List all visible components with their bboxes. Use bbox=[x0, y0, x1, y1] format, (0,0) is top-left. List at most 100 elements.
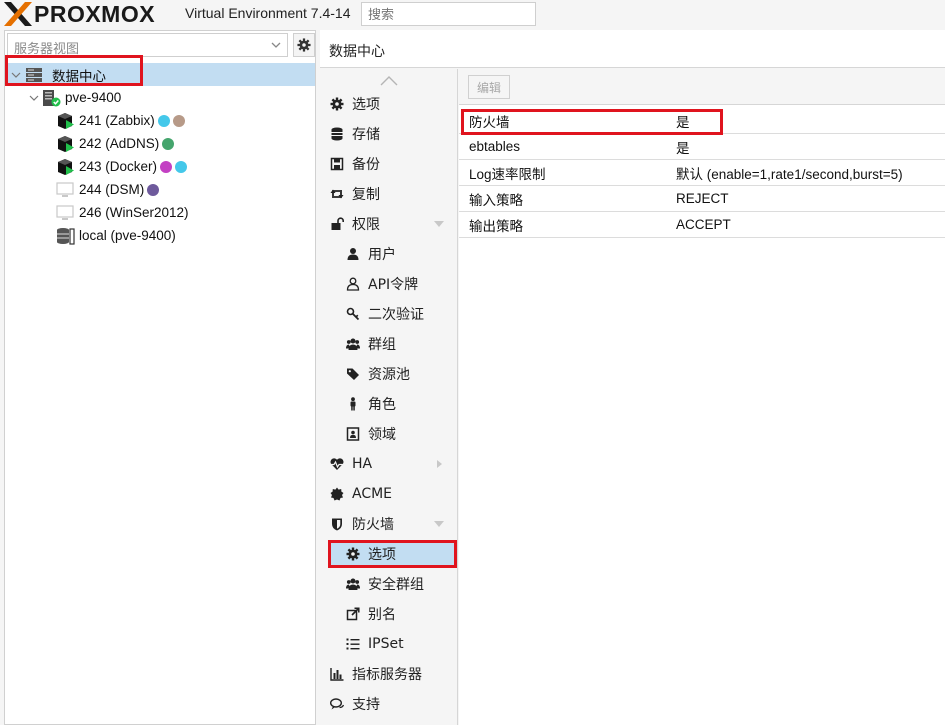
nav-item[interactable]: 防火墙 bbox=[320, 510, 458, 538]
tree-item-vm[interactable]: 241 (Zabbix) bbox=[6, 109, 315, 132]
nav-item[interactable]: 别名 bbox=[320, 600, 458, 628]
tag-dot bbox=[175, 160, 188, 173]
nav-item-label: 选项 bbox=[368, 547, 396, 563]
nav-item[interactable]: IPSet bbox=[320, 630, 458, 658]
nav-item[interactable]: 选项 bbox=[320, 540, 458, 568]
property-row[interactable]: 输出策略 ACCEPT bbox=[459, 212, 945, 238]
property-row[interactable]: ebtables 是 bbox=[459, 134, 945, 160]
users-icon bbox=[346, 338, 360, 350]
tag-dot bbox=[147, 183, 160, 196]
tree-item-datacenter[interactable]: 数据中心 bbox=[6, 63, 315, 86]
tree-item-vm[interactable]: 246 (WinSer2012) bbox=[6, 201, 315, 224]
tree-item-label: local (pve-9400) bbox=[79, 228, 176, 243]
edit-button[interactable]: 编辑 bbox=[468, 75, 510, 99]
property-name: 防火墙 bbox=[469, 114, 510, 130]
tree-item-label: 242 (AdDNS) bbox=[79, 136, 160, 151]
caret-down-icon[interactable] bbox=[434, 220, 444, 228]
nav-item-label: HA bbox=[352, 456, 373, 472]
config-nav: 选项 存储 备份 复制 权限 用户 API令牌 二次验证 群组 资源池 角色 领域 HA ACME 防火墙选… bbox=[320, 69, 458, 725]
vm-running-icon bbox=[58, 112, 74, 129]
nav-item[interactable]: HA bbox=[320, 450, 458, 478]
nav-item[interactable]: 群组 bbox=[320, 330, 458, 358]
chevron-down-icon bbox=[29, 95, 39, 101]
property-row[interactable]: 防火墙 是 bbox=[459, 108, 945, 134]
nav-item[interactable]: 二次验证 bbox=[320, 300, 458, 328]
certificate-icon bbox=[330, 487, 344, 501]
property-row[interactable]: 输入策略 REJECT bbox=[459, 186, 945, 212]
nav-item[interactable]: 资源池 bbox=[320, 360, 458, 388]
tree-item-node[interactable]: pve-9400 bbox=[6, 86, 315, 109]
tree-settings-button[interactable] bbox=[293, 33, 315, 57]
search-input[interactable] bbox=[361, 2, 536, 26]
nav-item-label: ACME bbox=[352, 486, 393, 502]
tree-item-vm[interactable]: 242 (AdDNS) bbox=[6, 132, 315, 155]
nav-item-label: 领域 bbox=[368, 427, 396, 443]
nav-item-label: 别名 bbox=[368, 607, 396, 623]
nav-item[interactable]: 指标服务器 bbox=[320, 660, 458, 688]
tree-item-label: 246 (WinSer2012) bbox=[79, 205, 189, 220]
nav-item[interactable]: 领域 bbox=[320, 420, 458, 448]
user-icon bbox=[347, 248, 359, 260]
nav-item[interactable]: 支持 bbox=[320, 690, 458, 718]
nav-item-label: 二次验证 bbox=[368, 307, 424, 323]
external-link-icon bbox=[346, 607, 360, 621]
tree-item-vm[interactable]: 243 (Docker) bbox=[6, 155, 315, 178]
caret-right-icon[interactable] bbox=[434, 460, 444, 468]
nav-item[interactable]: 复制 bbox=[320, 180, 458, 208]
tags-icon bbox=[346, 367, 360, 381]
property-value: REJECT bbox=[676, 191, 729, 206]
proxmox-x-icon bbox=[4, 2, 32, 26]
gear-icon bbox=[297, 38, 311, 52]
users-icon bbox=[346, 577, 360, 591]
nav-item-label: 存储 bbox=[352, 127, 380, 143]
tag-dot bbox=[172, 114, 185, 127]
nav-item-label: 安全群组 bbox=[368, 577, 424, 593]
nav-item-label: 选项 bbox=[352, 97, 380, 113]
retweet-icon bbox=[330, 187, 344, 201]
page-title: 数据中心 bbox=[329, 44, 385, 60]
external-link-icon bbox=[346, 607, 360, 621]
vm-running-icon bbox=[58, 158, 74, 175]
gear-icon bbox=[330, 97, 344, 111]
content-header: 数据中心 bbox=[320, 30, 945, 68]
property-row[interactable]: Log速率限制 默认 (enable=1,rate1/second,burst=5… bbox=[459, 160, 945, 186]
chevron-down-icon bbox=[11, 72, 21, 78]
version-label: Virtual Environment 7.4-14 bbox=[185, 5, 351, 21]
nav-item-label: 支持 bbox=[352, 697, 380, 713]
property-name: 输出策略 bbox=[469, 218, 523, 234]
nav-item[interactable]: 存储 bbox=[320, 120, 458, 148]
property-value: ACCEPT bbox=[676, 217, 731, 232]
view-selector[interactable]: 服务器视图 bbox=[7, 33, 288, 57]
tree-item-vm[interactable]: 244 (DSM) bbox=[6, 178, 315, 201]
tree-item-storage[interactable]: local (pve-9400) bbox=[6, 224, 315, 247]
users-icon bbox=[346, 578, 360, 590]
bar-chart-icon bbox=[330, 667, 344, 681]
nav-item[interactable]: 用户 bbox=[320, 240, 458, 268]
tree-label-node: pve-9400 bbox=[65, 90, 122, 105]
unlock-icon bbox=[330, 217, 344, 231]
nav-item[interactable]: 选项 bbox=[320, 90, 458, 118]
address-book-icon bbox=[346, 427, 360, 441]
nav-item-label: API令牌 bbox=[368, 277, 419, 293]
scroll-up-icon[interactable] bbox=[380, 75, 398, 87]
nav-item[interactable]: 备份 bbox=[320, 150, 458, 178]
nav-item[interactable]: ACME bbox=[320, 480, 458, 508]
property-value: 默认 (enable=1,rate1/second,burst=5) bbox=[676, 166, 903, 182]
nav-item[interactable]: 权限 bbox=[320, 210, 458, 238]
unlock-icon bbox=[331, 217, 344, 230]
comments-icon bbox=[330, 697, 344, 711]
nav-item[interactable]: 安全群组 bbox=[320, 570, 458, 598]
caret-down-icon[interactable] bbox=[434, 520, 444, 528]
tree-label-datacenter: 数据中心 bbox=[52, 68, 106, 84]
tag-dot bbox=[162, 137, 175, 150]
toolbar: 编辑 bbox=[459, 69, 945, 105]
nav-item[interactable]: API令牌 bbox=[320, 270, 458, 298]
user-outline-icon bbox=[346, 277, 360, 291]
heartbeat-icon bbox=[330, 457, 344, 471]
tree-item-label: 243 (Docker) bbox=[79, 159, 158, 174]
list-ol-icon bbox=[346, 638, 360, 650]
nav-item[interactable]: 角色 bbox=[320, 390, 458, 418]
user-outline-icon bbox=[346, 277, 360, 291]
property-name: 输入策略 bbox=[469, 192, 523, 208]
proxmox-logo[interactable]: PROXMOX bbox=[4, 1, 155, 27]
